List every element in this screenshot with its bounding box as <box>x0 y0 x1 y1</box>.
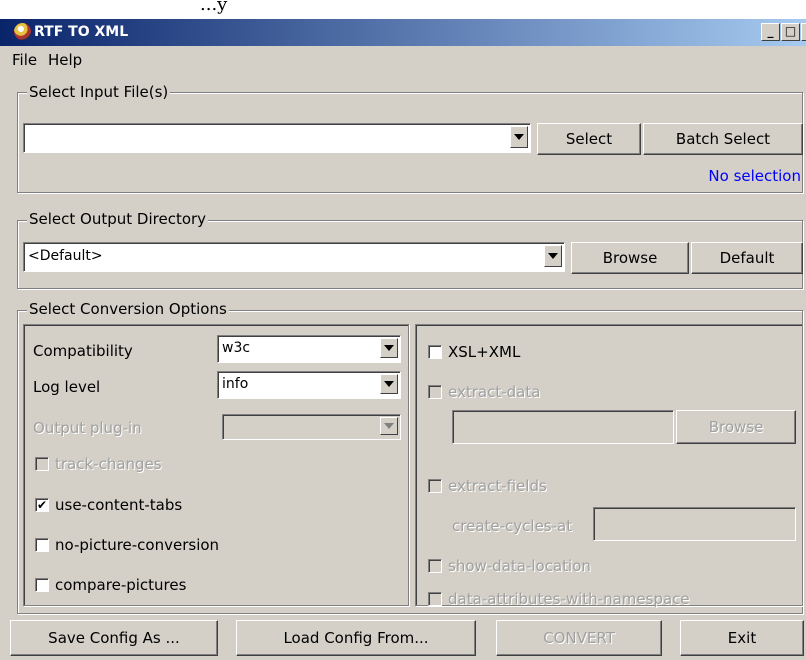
chevron-down-icon[interactable] <box>380 374 398 394</box>
convert-label: CONVERT <box>543 629 615 647</box>
xsl-xml-checkbox[interactable] <box>428 345 442 359</box>
minimize-icon: _ <box>767 24 774 38</box>
batch-select-button-label: Batch Select <box>675 130 771 148</box>
chevron-down-icon[interactable] <box>380 338 398 358</box>
input-file-combo[interactable] <box>23 123 531 153</box>
log-level-label: Log level <box>33 378 101 396</box>
output-dir-value: <Default> <box>28 248 103 264</box>
menu-bar: File Help <box>0 47 806 73</box>
log-level-select[interactable]: info <box>217 371 401 399</box>
check-icon: ✔ <box>36 498 48 512</box>
browse-output-button-label: Browse <box>602 249 658 267</box>
minimize-button[interactable]: _ <box>761 23 780 41</box>
data-attributes-with-namespace-label: data-attributes-with-namespace <box>448 590 690 608</box>
compatibility-value: w3c <box>222 340 251 356</box>
output-dir-legend: Select Output Directory <box>27 210 209 228</box>
track-changes-label: track-changes <box>55 455 162 473</box>
compare-pictures-label: compare-pictures <box>55 576 187 594</box>
maximize-icon: □ <box>784 24 797 38</box>
show-data-location-label: show-data-location <box>448 557 591 575</box>
app-icon <box>14 23 31 40</box>
convert-button[interactable]: CONVERT <box>496 620 662 656</box>
extract-data-browse-label: Browse <box>708 418 764 436</box>
default-output-button-label: Default <box>719 249 775 267</box>
exit-button[interactable]: Exit <box>680 620 804 656</box>
background-caption: ...y <box>200 0 228 15</box>
select-button-label: Select <box>565 130 613 148</box>
extract-data-checkbox[interactable] <box>428 385 442 399</box>
use-content-tabs-label: use-content-tabs <box>55 496 183 514</box>
input-selection-status: No selection <box>708 167 801 185</box>
select-button[interactable]: Select <box>537 123 641 155</box>
chevron-down-icon[interactable] <box>510 126 528 148</box>
output-dir-combo[interactable]: <Default> <box>23 242 565 272</box>
create-cycles-at-field[interactable] <box>593 507 796 541</box>
log-level-value: info <box>222 376 249 392</box>
save-config-label: Save Config As ... <box>48 629 180 647</box>
menu-file[interactable]: File <box>12 51 37 69</box>
no-picture-conversion-label: no-picture-conversion <box>55 536 220 554</box>
menu-help[interactable]: Help <box>48 51 82 69</box>
chevron-down-icon[interactable] <box>544 245 562 267</box>
track-changes-checkbox[interactable] <box>35 457 49 471</box>
input-files-legend: Select Input File(s) <box>27 83 171 101</box>
title-bar[interactable]: RTF TO XML _ □ × <box>0 19 806 46</box>
default-output-button[interactable]: Default <box>691 242 803 274</box>
app-window: RTF TO XML _ □ × File Help Select Input … <box>0 19 806 660</box>
maximize-button[interactable]: □ <box>781 23 800 41</box>
extract-fields-label: extract-fields <box>448 477 547 495</box>
output-plugin-label: Output plug-in <box>33 419 142 437</box>
extract-data-browse-button[interactable]: Browse <box>676 410 796 444</box>
load-config-button[interactable]: Load Config From... <box>236 620 476 656</box>
save-config-button[interactable]: Save Config As ... <box>10 620 218 656</box>
create-cycles-at-label: create-cycles-at <box>452 517 573 535</box>
browse-output-button[interactable]: Browse <box>571 242 689 274</box>
data-attributes-with-namespace-checkbox[interactable] <box>428 592 442 606</box>
xsl-xml-label: XSL+XML <box>448 343 521 361</box>
exit-label: Exit <box>727 629 757 647</box>
conversion-options-legend: Select Conversion Options <box>27 300 229 318</box>
extract-data-path-field[interactable] <box>452 410 674 444</box>
compatibility-select[interactable]: w3c <box>217 335 401 363</box>
no-picture-conversion-checkbox[interactable] <box>35 538 49 552</box>
compare-pictures-checkbox[interactable] <box>35 578 49 592</box>
show-data-location-checkbox[interactable] <box>428 559 442 573</box>
window-title: RTF TO XML <box>34 24 129 40</box>
output-plugin-select[interactable] <box>222 414 401 440</box>
extract-fields-checkbox[interactable] <box>428 479 442 493</box>
load-config-label: Load Config From... <box>283 629 429 647</box>
batch-select-button[interactable]: Batch Select <box>643 123 803 155</box>
chevron-down-icon[interactable] <box>380 417 398 435</box>
compatibility-label: Compatibility <box>33 342 133 360</box>
close-button[interactable]: × <box>801 23 806 41</box>
use-content-tabs-checkbox[interactable]: ✔ <box>35 498 49 512</box>
extract-data-label: extract-data <box>448 383 541 401</box>
